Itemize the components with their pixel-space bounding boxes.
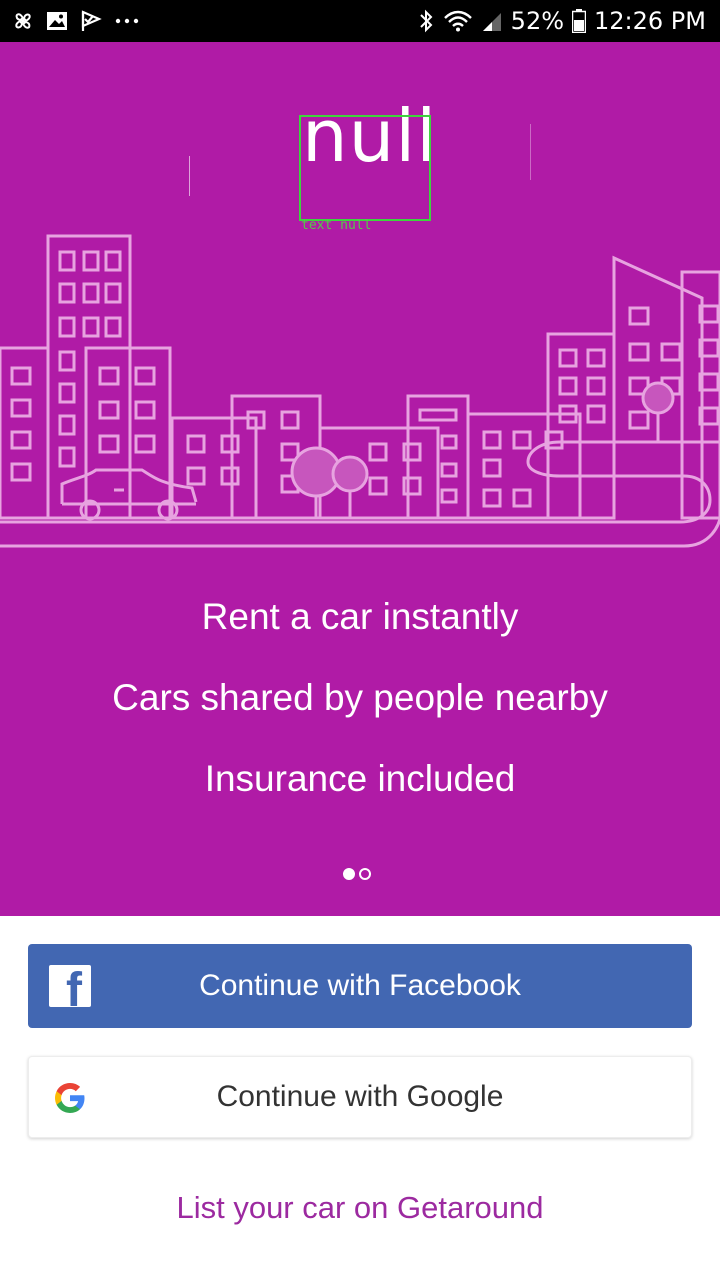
clock: 12:26 PM [594, 7, 706, 35]
city-skyline-illustration [0, 234, 720, 548]
signal-icon [481, 10, 503, 32]
page-dot-active[interactable] [343, 868, 355, 880]
divider-tick [189, 156, 190, 196]
continue-with-google-button[interactable]: Continue with Google [28, 1056, 692, 1138]
bluetooth-icon [417, 8, 435, 34]
page-dot[interactable] [359, 868, 371, 880]
debug-bounding-box [299, 115, 431, 221]
onboarding-hero: null text null Rent a car instantly Cars… [0, 42, 720, 916]
more-dots-icon [114, 10, 140, 32]
google-button-label: Continue with Google [216, 1080, 504, 1113]
page-indicator[interactable] [343, 868, 371, 880]
tagline-rent: Rent a car instantly [201, 596, 519, 637]
battery-percent: 52% [510, 7, 565, 35]
tagline-shared: Cars shared by people nearby [112, 677, 608, 718]
battery-icon [572, 9, 587, 33]
status-left-icons [12, 0, 140, 42]
wifi-icon [443, 9, 473, 33]
divider-tick [530, 124, 531, 180]
list-your-car-link[interactable]: List your car on Getaround [0, 1190, 720, 1226]
fan-icon [12, 10, 34, 32]
facebook-button-label: Continue with Facebook [199, 969, 521, 1002]
image-icon [46, 10, 68, 32]
check-flag-icon [80, 10, 102, 32]
status-right-icons: 52% 12:26 PM [417, 0, 706, 42]
tagline-insurance: Insurance included [204, 758, 516, 799]
status-bar: 52% 12:26 PM [0, 0, 720, 42]
continue-with-facebook-button[interactable]: f Continue with Facebook [28, 944, 692, 1028]
